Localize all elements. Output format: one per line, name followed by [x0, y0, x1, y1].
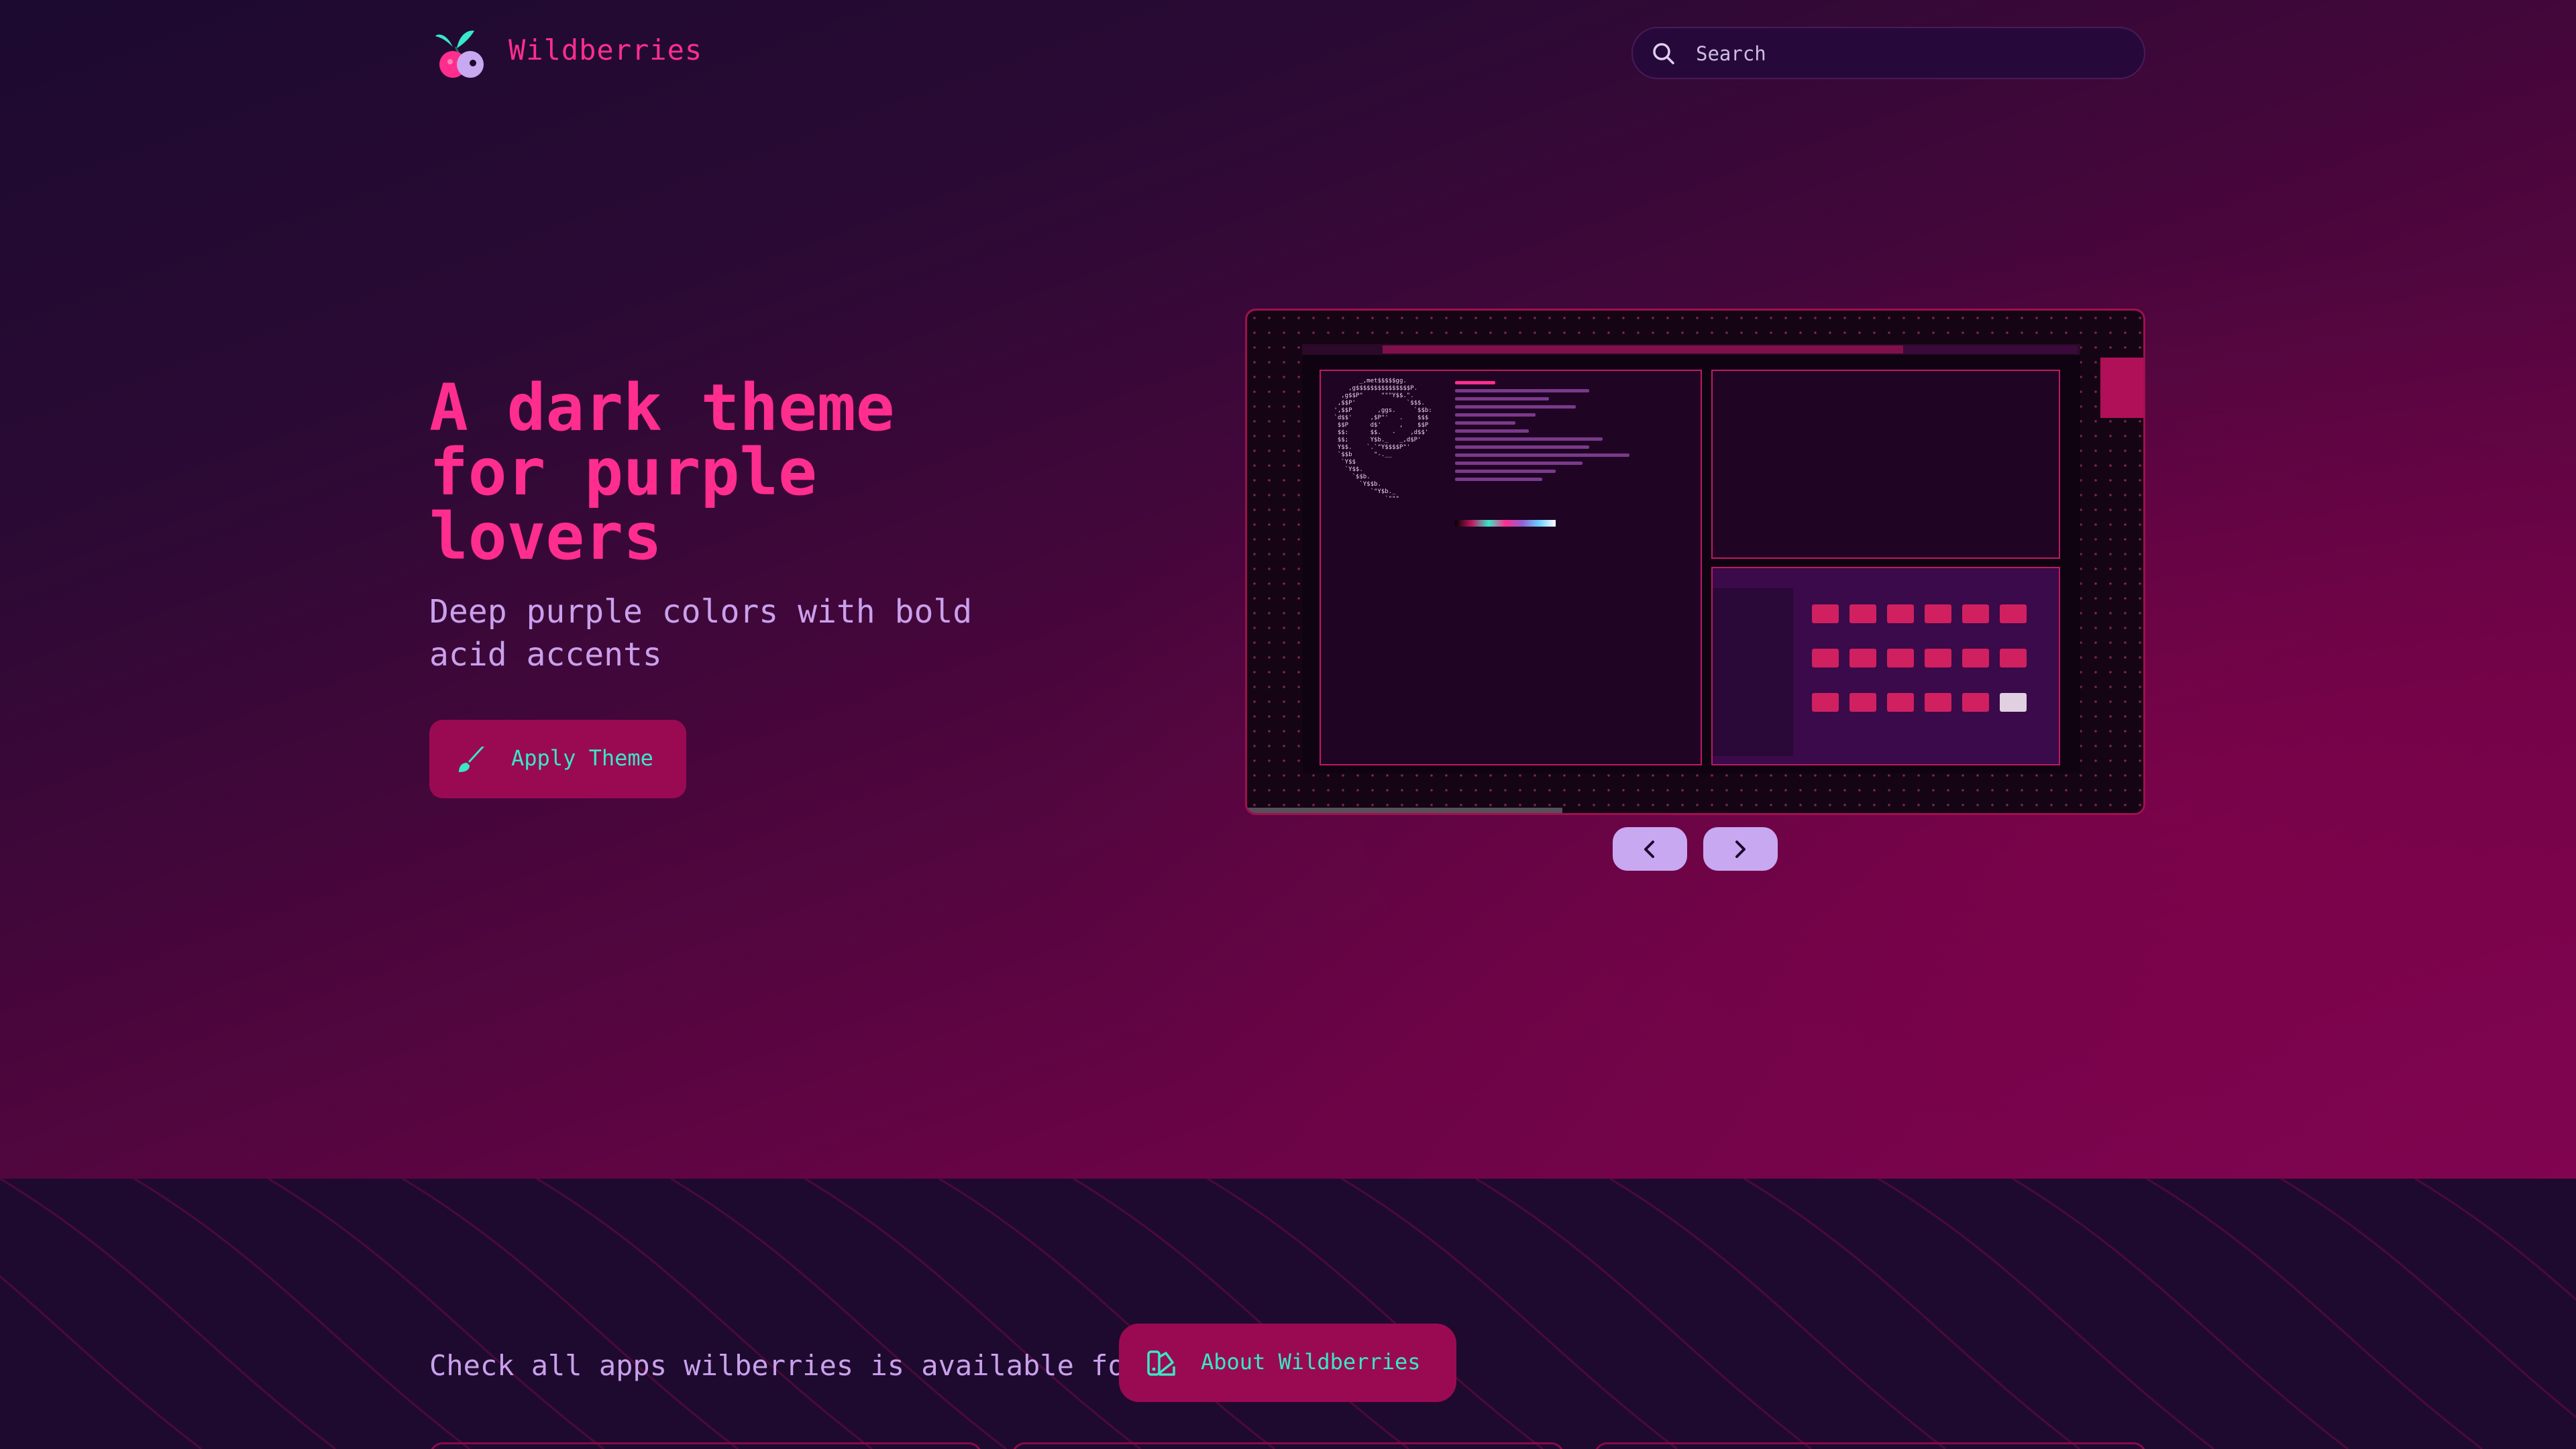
search-icon	[1653, 43, 1674, 64]
about-wildberries-label: About Wildberries	[1201, 1349, 1421, 1375]
apply-theme-label: Apply Theme	[511, 745, 653, 771]
chevron-right-icon	[1735, 841, 1746, 858]
apply-theme-button[interactable]: Apply Theme	[429, 720, 686, 798]
palette-icon	[1147, 1350, 1175, 1376]
search-input[interactable]	[1696, 38, 2125, 70]
preview-desktop: _,met$$$$$gg. ,g$$$$$$$$$$$$$$$P. ,g$$P"…	[1302, 344, 2080, 773]
preview-terminal: _,met$$$$$gg. ,g$$$$$$$$$$$$$$$P. ,g$$P"…	[1320, 370, 1702, 765]
app-card[interactable]	[1594, 1442, 2147, 1449]
hero-headline: A dark theme for purple lovers	[429, 370, 895, 574]
theme-preview-image: _,met$$$$$gg. ,g$$$$$$$$$$$$$$$P. ,g$$P"…	[1245, 309, 2145, 815]
preview-terminal-2	[1711, 370, 2060, 559]
wildberries-logo[interactable]	[433, 27, 490, 85]
carousel-next-button[interactable]	[1703, 827, 1778, 871]
preview-scrollbar	[1247, 808, 1562, 813]
preview-side-tab	[2100, 358, 2143, 418]
carousel-prev-button[interactable]	[1613, 827, 1687, 871]
hero-subline: Deep purple colors with bold acid accent…	[429, 593, 973, 674]
about-wildberries-button[interactable]: About Wildberries	[1119, 1324, 1456, 1402]
chevron-left-icon	[1644, 841, 1654, 858]
apps-available-text: Check all apps wilberries is available f…	[429, 1349, 1159, 1382]
brand-name[interactable]: Wildberries	[508, 34, 702, 66]
wave-pattern-background	[0, 1179, 2576, 1449]
preview-topbar	[1302, 344, 2080, 355]
app-card[interactable]	[429, 1442, 982, 1449]
apps-section	[0, 1179, 2576, 1449]
app-card[interactable]	[1012, 1442, 1564, 1449]
paintbrush-icon	[459, 747, 484, 772]
preview-file-manager	[1711, 567, 2060, 765]
search-bar[interactable]	[1631, 27, 2145, 79]
